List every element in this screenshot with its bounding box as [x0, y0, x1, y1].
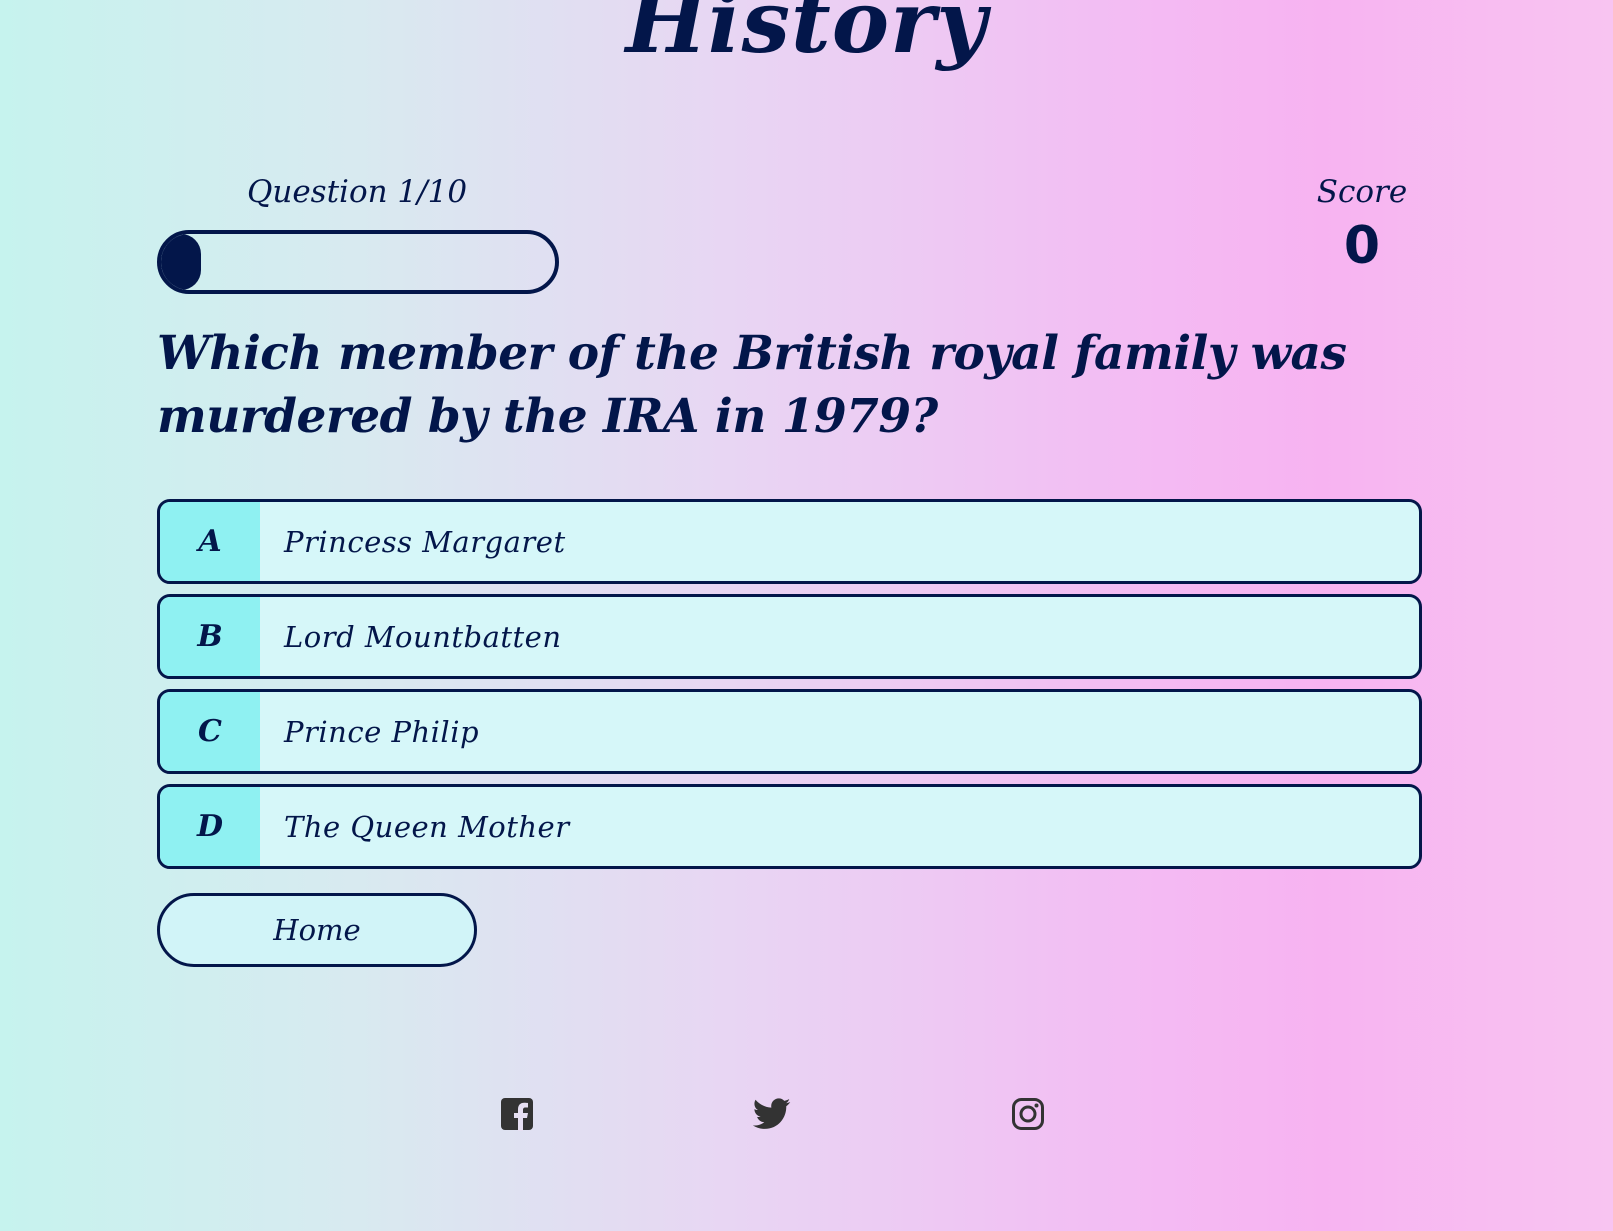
question-text: Which member of the British royal family…: [157, 326, 1347, 444]
home-button[interactable]: Home: [157, 893, 477, 967]
choice-text: Prince Philip: [284, 714, 480, 749]
choice-list: A Princess Margaret B Lord Mountbatten C…: [157, 499, 1422, 879]
quiz-hud: Question 1/10 Score 0: [157, 170, 1422, 305]
choice-text: Princess Margaret: [284, 524, 566, 559]
instagram-icon[interactable]: [1008, 1094, 1048, 1134]
choice-b[interactable]: B Lord Mountbatten: [157, 594, 1422, 679]
choice-prefix: D: [160, 787, 260, 866]
progress-text: Question 1/10: [246, 174, 468, 210]
choice-prefix: A: [160, 502, 260, 581]
page-title: History: [625, 0, 988, 73]
score-section: Score 0: [1302, 170, 1422, 278]
score-value: 0: [1343, 216, 1381, 276]
choice-a[interactable]: A Princess Margaret: [157, 499, 1422, 584]
choice-prefix: B: [160, 597, 260, 676]
progress-bar: [157, 230, 559, 294]
choice-text: The Queen Mother: [284, 809, 570, 844]
progress-section: Question 1/10: [157, 170, 559, 294]
score-label: Score: [1316, 174, 1408, 210]
progress-bar-fill: [161, 234, 201, 290]
facebook-icon[interactable]: [497, 1094, 537, 1134]
choice-prefix: C: [160, 692, 260, 771]
choice-d[interactable]: D The Queen Mother: [157, 784, 1422, 869]
choice-text: Lord Mountbatten: [284, 619, 562, 654]
choice-c[interactable]: C Prince Philip: [157, 689, 1422, 774]
twitter-icon[interactable]: [752, 1094, 792, 1134]
